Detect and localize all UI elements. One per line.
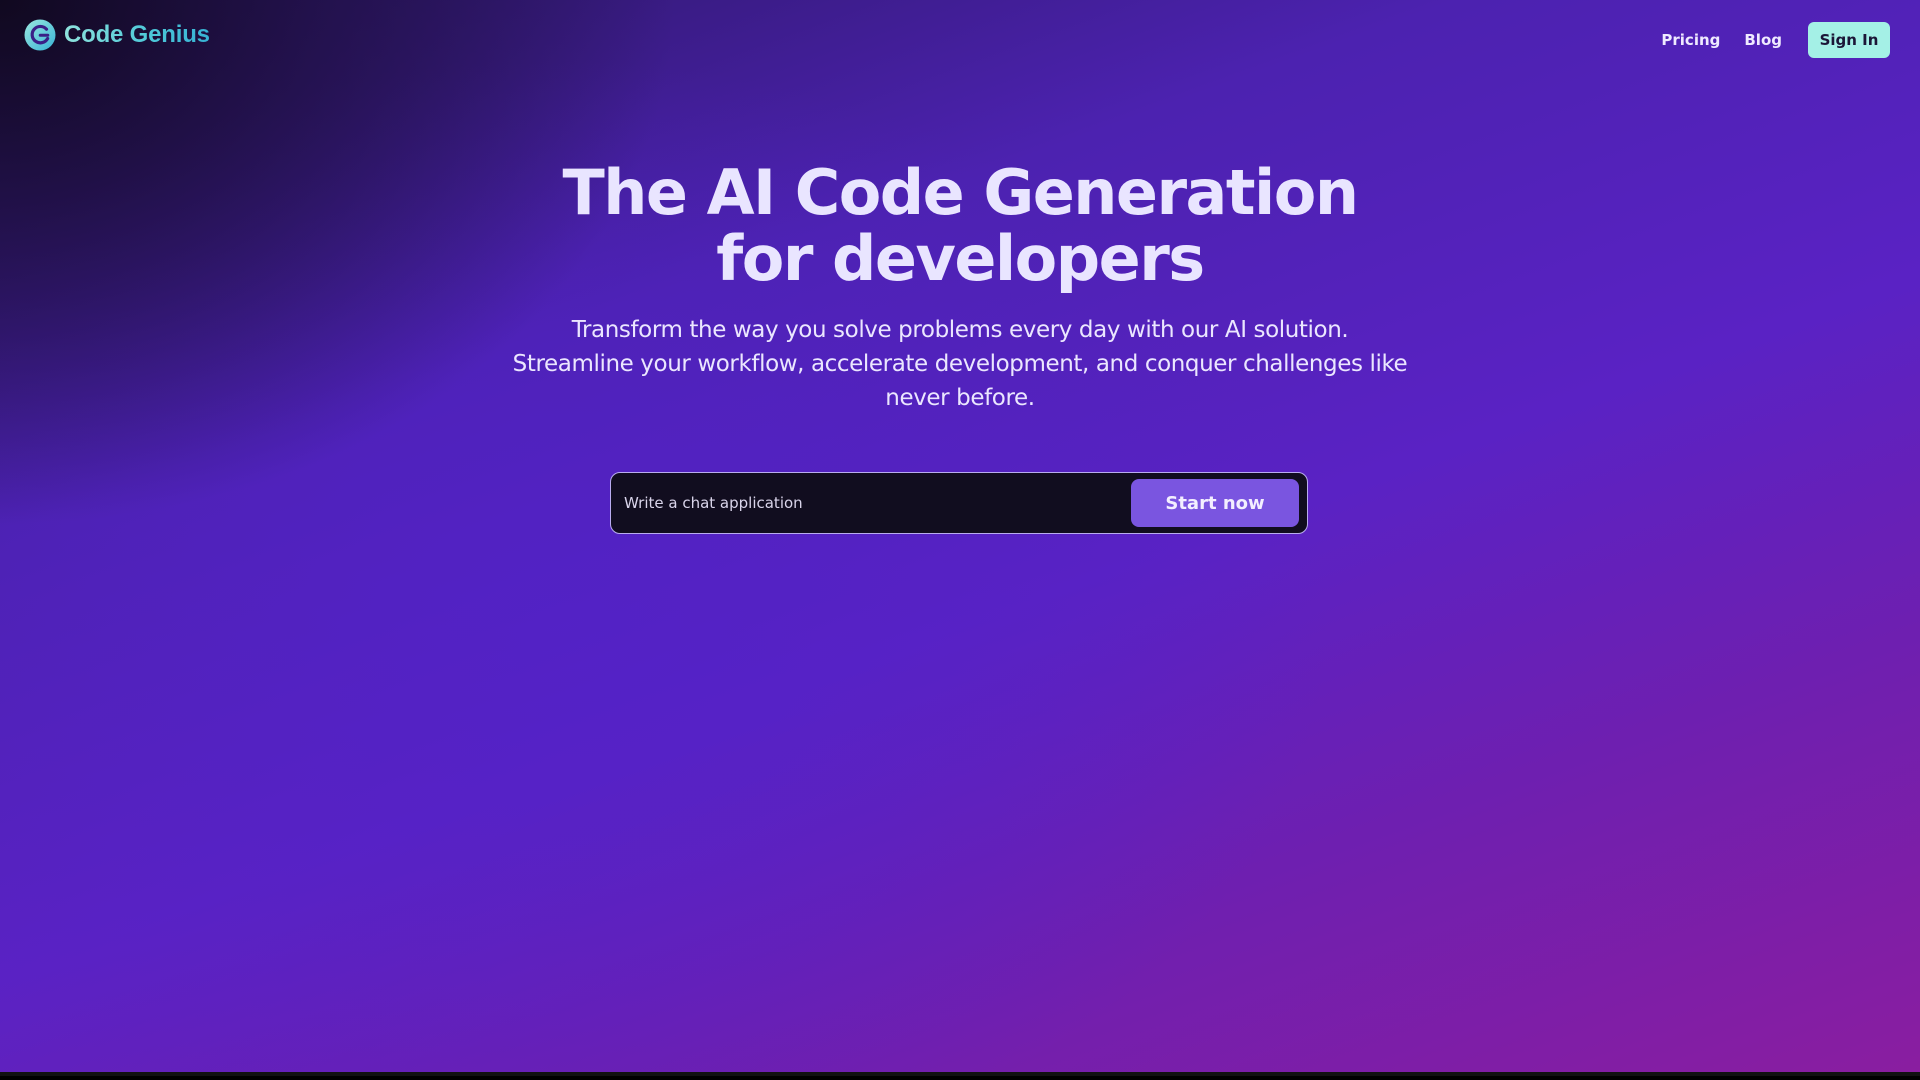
brand-name: Code Genius [64,21,210,48]
top-nav: Pricing Blog Sign In [1661,22,1890,58]
hero-title-line-1: The AI Code Generation [562,156,1359,229]
bottom-edge [0,1072,1920,1076]
landing-page: Code Genius Pricing Blog Sign In The AI … [0,0,1920,1076]
brand-logo[interactable]: Code Genius [24,19,210,51]
hero-subtitle: Transform the way you solve problems eve… [512,317,1408,411]
hero-title-line-2: for developers [716,222,1205,295]
prompt-box: Start now [610,472,1308,534]
hero-title: The AI Code Generation for developers [0,160,1920,292]
nav-blog-link[interactable]: Blog [1744,31,1782,49]
start-now-button[interactable]: Start now [1131,479,1299,527]
sign-in-button[interactable]: Sign In [1808,22,1890,58]
code-genius-logo-icon [24,19,56,51]
nav-pricing-link[interactable]: Pricing [1661,31,1720,49]
prompt-input[interactable] [622,472,1131,534]
